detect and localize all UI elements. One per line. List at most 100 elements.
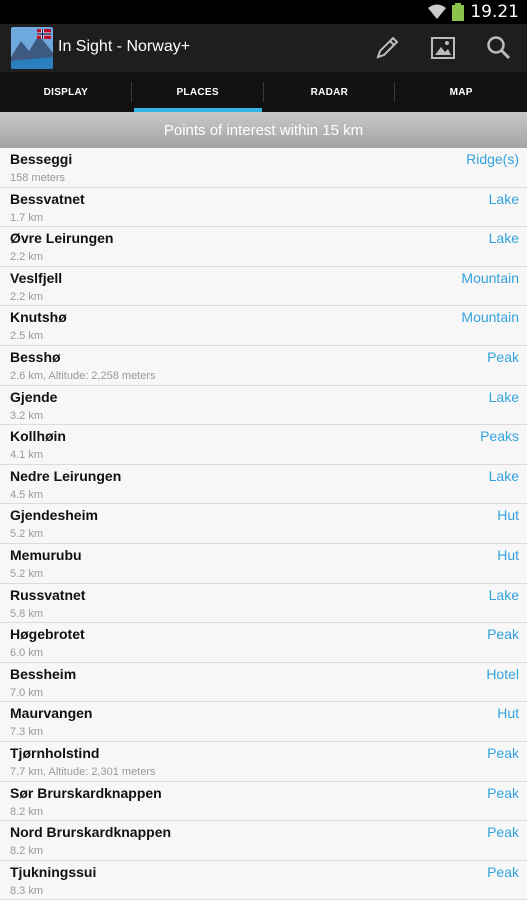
place-type: Lake bbox=[488, 230, 519, 247]
pencil-icon bbox=[376, 36, 399, 59]
tab-display[interactable]: DISPLAY bbox=[0, 72, 132, 112]
place-name: Bessvatnet bbox=[10, 190, 85, 207]
list-item[interactable]: Sør Brurskardknappen 8.2 km Peak bbox=[0, 781, 527, 822]
place-name: Høgebrotet bbox=[10, 626, 85, 643]
tab-radar[interactable]: RADAR bbox=[264, 72, 396, 112]
list-item[interactable]: Høgebrotet 6.0 km Peak bbox=[0, 623, 527, 663]
place-distance: 5.8 km bbox=[10, 607, 44, 620]
place-name: Tjukningssui bbox=[10, 863, 97, 880]
place-name: Besshø bbox=[10, 348, 61, 365]
place-name: Nedre Leirungen bbox=[10, 467, 122, 484]
place-distance: 4.5 km bbox=[10, 488, 44, 501]
place-name: Bessheim bbox=[10, 665, 77, 682]
tab-places[interactable]: PLACES bbox=[132, 72, 264, 112]
list-item[interactable]: Besshø 2.6 km, Altitude: 2,258 meters Peak bbox=[0, 345, 527, 386]
list-header: Points of interest within 15 km bbox=[0, 112, 527, 148]
place-name: Memurubu bbox=[10, 546, 82, 563]
action-bar: In Sight - Norway+ bbox=[0, 24, 527, 72]
place-type: Ridge(s) bbox=[466, 151, 519, 167]
list-item[interactable]: Nord Brurskardknappen 8.2 km Peak bbox=[0, 821, 527, 861]
place-type: Peak bbox=[487, 744, 519, 761]
list-item[interactable]: Kollhøin 4.1 km Peaks bbox=[0, 425, 527, 465]
status-bar: 19.21 bbox=[0, 0, 527, 24]
places-list: Besseggi 158 meters Ridge(s) Bessvatnet 1.7… bbox=[0, 148, 527, 900]
place-name: Øvre Leirungen bbox=[10, 230, 114, 247]
place-name: Knutshø bbox=[10, 309, 67, 326]
place-name: Maurvangen bbox=[10, 705, 93, 722]
place-distance: 8.3 km bbox=[10, 884, 44, 897]
list-item[interactable]: Knutshø 2.5 km Mountain bbox=[0, 306, 527, 346]
place-distance: 5.2 km bbox=[10, 567, 44, 580]
edit-button[interactable] bbox=[371, 32, 403, 64]
place-type: Lake bbox=[488, 467, 519, 484]
search-icon bbox=[487, 36, 511, 60]
place-name: Veslfjell bbox=[10, 269, 63, 286]
place-type: Mountain bbox=[461, 309, 519, 326]
list-item[interactable]: Tjørnholstind 7.7 km, Altitude: 2,301 met… bbox=[0, 741, 527, 782]
list-item[interactable]: Memurubu 5.2 km Hut bbox=[0, 543, 527, 584]
place-type: Peak bbox=[487, 824, 519, 841]
app-logo-icon[interactable] bbox=[11, 27, 53, 69]
place-distance: 2.6 km, Altitude: 2,258 meters bbox=[10, 369, 156, 382]
place-name: Kollhøin bbox=[10, 428, 66, 445]
list-item[interactable]: Gjende 3.2 km Lake bbox=[0, 385, 527, 426]
tab-label: RADAR bbox=[310, 86, 349, 98]
place-type: Peak bbox=[487, 784, 519, 801]
tab-label: PLACES bbox=[176, 86, 219, 98]
place-type: Peaks bbox=[480, 428, 519, 445]
tab-label: DISPLAY bbox=[43, 86, 89, 98]
place-distance: 5.2 km bbox=[10, 528, 44, 541]
place-type: Lake bbox=[488, 190, 519, 207]
place-type: Hotel bbox=[486, 665, 519, 682]
place-type: Hut bbox=[497, 546, 519, 563]
list-item[interactable]: Maurvangen 7.3 km Hut bbox=[0, 702, 527, 742]
list-item[interactable]: Russvatnet 5.8 km Lake bbox=[0, 583, 527, 624]
place-name: Gjende bbox=[10, 388, 58, 405]
place-type: Lake bbox=[488, 388, 519, 405]
place-type: Hut bbox=[497, 507, 519, 524]
list-item[interactable]: Bessvatnet 1.7 km Lake bbox=[0, 187, 527, 228]
place-type: Mountain bbox=[461, 269, 519, 286]
tab-map[interactable]: MAP bbox=[395, 72, 527, 112]
status-icons: 19.21 bbox=[428, 2, 519, 22]
list-item[interactable]: Gjendesheim 5.2 km Hut bbox=[0, 504, 527, 544]
place-type: Peak bbox=[487, 863, 519, 880]
place-distance: 7.3 km bbox=[10, 726, 44, 739]
wifi-icon bbox=[428, 4, 447, 19]
list-item[interactable]: Tjukningssui 8.3 km Peak bbox=[0, 860, 527, 900]
image-icon bbox=[431, 37, 455, 59]
list-item[interactable]: Nedre Leirungen 4.5 km Lake bbox=[0, 464, 527, 505]
place-distance: 1.7 km bbox=[10, 211, 44, 224]
list-item[interactable]: Bessheim 7.0 km Hotel bbox=[0, 662, 527, 703]
app-title: In Sight - Norway+ bbox=[58, 38, 191, 55]
place-name: Tjørnholstind bbox=[10, 744, 100, 761]
place-distance: 158 meters bbox=[10, 172, 66, 184]
place-distance: 6.0 km bbox=[10, 647, 44, 660]
place-name: Sør Brurskardknappen bbox=[10, 784, 162, 801]
place-distance: 2.5 km bbox=[10, 330, 44, 343]
list-item[interactable]: Øvre Leirungen 2.2 km Lake bbox=[0, 227, 527, 267]
place-name: Russvatnet bbox=[10, 586, 86, 603]
place-distance: 2.2 km bbox=[10, 290, 44, 303]
status-time: 19.21 bbox=[470, 2, 519, 22]
list-item[interactable]: Veslfjell 2.2 km Mountain bbox=[0, 266, 527, 307]
tab-label: MAP bbox=[449, 86, 473, 98]
battery-icon bbox=[452, 3, 465, 21]
list-item[interactable]: Besseggi 158 meters Ridge(s) bbox=[0, 148, 527, 188]
place-distance: 2.2 km bbox=[10, 251, 44, 264]
place-distance: 8.2 km bbox=[10, 805, 44, 818]
search-button[interactable] bbox=[483, 32, 515, 64]
image-button[interactable] bbox=[427, 32, 459, 64]
place-type: Peak bbox=[487, 626, 519, 643]
place-distance: 7.0 km bbox=[10, 686, 44, 699]
place-type: Hut bbox=[497, 705, 519, 722]
place-name: Besseggi bbox=[10, 151, 73, 167]
place-distance: 4.1 km bbox=[10, 449, 44, 462]
place-type: Lake bbox=[488, 586, 519, 603]
tab-bar: DISPLAY PLACES RADAR MAP bbox=[0, 72, 527, 112]
place-name: Nord Brurskardknappen bbox=[10, 824, 172, 841]
place-distance: 3.2 km bbox=[10, 409, 44, 422]
place-distance: 8.2 km bbox=[10, 845, 44, 858]
place-name: Gjendesheim bbox=[10, 507, 98, 524]
place-type: Peak bbox=[487, 348, 519, 365]
